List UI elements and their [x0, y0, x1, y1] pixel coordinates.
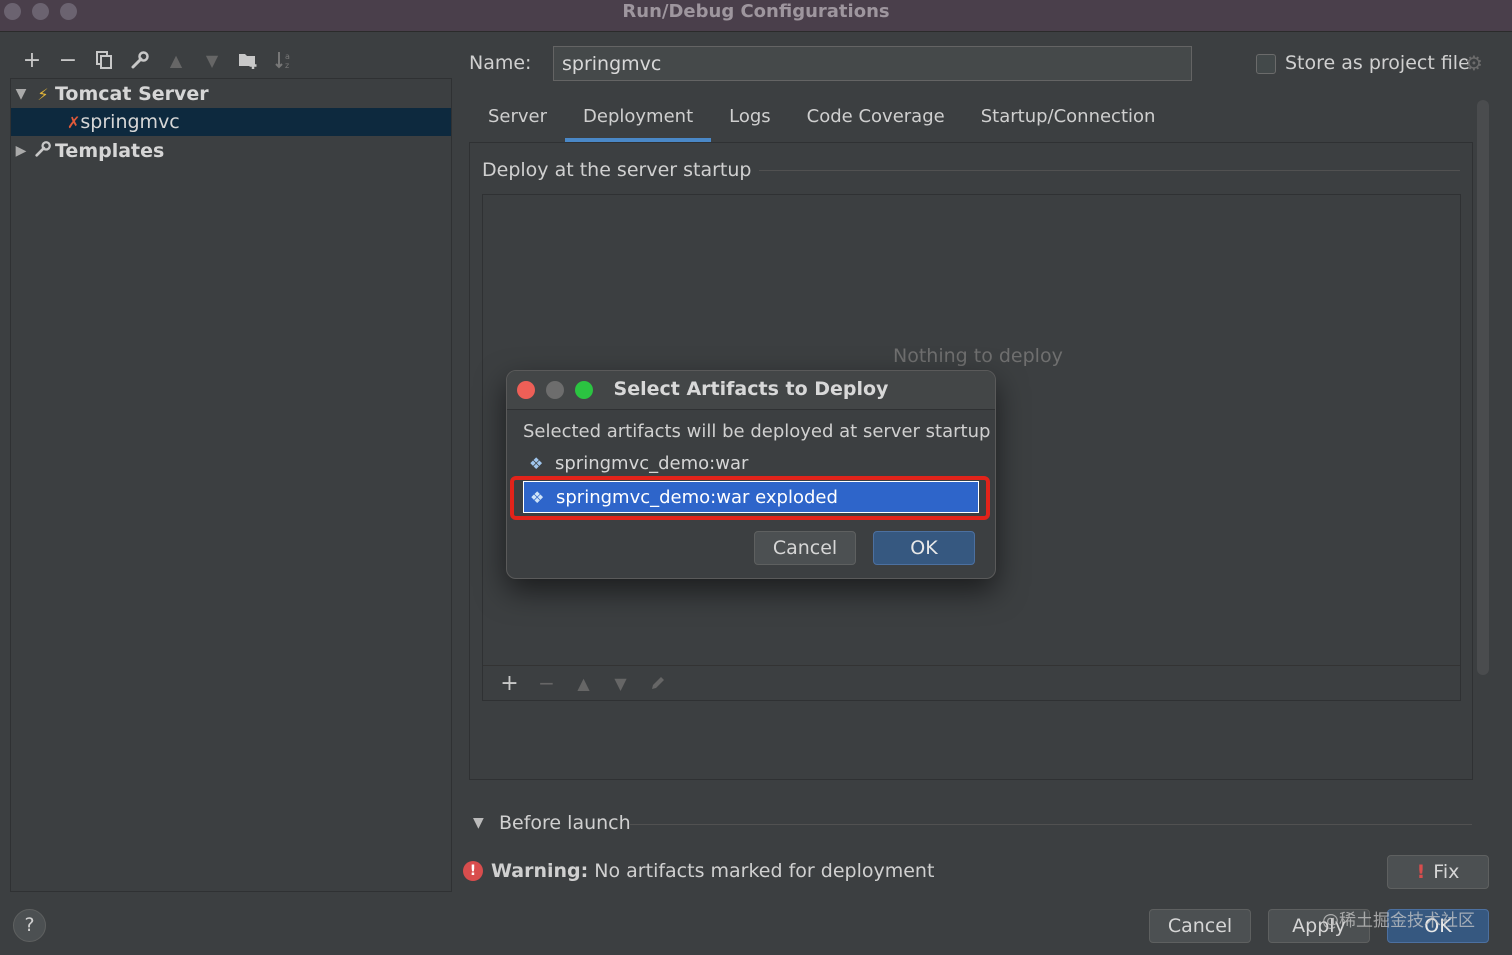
tree-item-springmvc[interactable]: ✗ springmvc: [11, 108, 451, 136]
tomcat-config-icon: ✗: [67, 112, 81, 132]
tab-server[interactable]: Server: [470, 100, 565, 142]
error-icon: !: [463, 861, 483, 881]
add-artifact-button[interactable]: +: [491, 668, 528, 698]
pencil-icon: [651, 677, 664, 689]
store-as-project-file-checkbox[interactable]: [1256, 54, 1276, 74]
wrench-icon: [131, 51, 149, 69]
gear-icon[interactable]: ⚙: [1465, 51, 1483, 75]
triangle-down-icon: ▼: [205, 50, 219, 70]
config-tabs: Server Deployment Logs Code Coverage Sta…: [470, 100, 1173, 142]
window-title: Run/Debug Configurations: [622, 1, 890, 22]
help-button[interactable]: ?: [13, 909, 46, 942]
empty-state-text: Nothing to deploy: [893, 345, 1063, 367]
tab-logs[interactable]: Logs: [711, 100, 789, 142]
add-configuration-button[interactable]: +: [14, 45, 50, 75]
minus-icon: −: [58, 47, 78, 73]
section-divider: [630, 824, 1472, 825]
deploy-list-toolbar: + − ▲ ▼: [483, 665, 1460, 700]
remove-artifact-button[interactable]: −: [528, 668, 565, 698]
deploy-section-title: Deploy at the server startup: [482, 159, 760, 181]
before-launch-label: Before launch: [499, 812, 631, 834]
triangle-up-icon: ▲: [169, 50, 183, 70]
dialog-cancel-button[interactable]: Cancel: [754, 531, 856, 565]
collapsed-arrow-icon[interactable]: ▶: [11, 143, 31, 159]
edit-defaults-button[interactable]: [122, 45, 158, 75]
selection-highlight-annotation: [510, 476, 990, 520]
tree-item-label: Templates: [55, 140, 165, 162]
store-as-project-file-label: Store as project file: [1285, 52, 1470, 74]
tab-code-coverage[interactable]: Code Coverage: [789, 100, 963, 142]
configuration-tree: ▼ ⚡ Tomcat Server ✗ springmvc ▶ Template…: [10, 78, 452, 892]
tab-startup-connection[interactable]: Startup/Connection: [963, 100, 1174, 142]
warning-message: Warning: No artifacts marked for deploym…: [491, 860, 934, 882]
dialog-ok-button[interactable]: OK: [873, 531, 975, 565]
tree-item-label: springmvc: [80, 111, 180, 133]
watermark: @稀土掘金技术社区: [1322, 911, 1475, 931]
config-toolbar: + − ▲ ▼ az: [14, 44, 302, 76]
dialog-title: Select Artifacts to Deploy: [613, 378, 889, 400]
move-artifact-down-button[interactable]: ▼: [602, 668, 639, 698]
select-artifacts-dialog: Select Artifacts to Deploy Selected arti…: [506, 370, 996, 579]
minus-icon: −: [538, 671, 555, 695]
sort-alpha-icon: az: [275, 52, 290, 70]
copy-icon: [96, 51, 112, 69]
name-label: Name:: [469, 52, 532, 74]
svg-text:z: z: [285, 61, 289, 70]
fix-label: Fix: [1433, 861, 1460, 883]
artifact-item-war[interactable]: ❖ springmvc_demo:war: [523, 447, 979, 479]
folder-add-icon: [239, 54, 257, 69]
edit-artifact-button[interactable]: [639, 668, 676, 698]
tab-deployment[interactable]: Deployment: [565, 100, 712, 142]
move-up-button[interactable]: ▲: [158, 45, 194, 75]
expanded-arrow-icon[interactable]: ▼: [11, 86, 31, 102]
wrench-icon: [31, 140, 55, 162]
vertical-scrollbar[interactable]: [1477, 100, 1489, 675]
name-input[interactable]: [553, 46, 1192, 81]
triangle-up-icon: ▲: [577, 673, 590, 693]
artifact-icon: ❖: [529, 453, 544, 473]
tomcat-icon: ⚡: [37, 84, 49, 104]
tree-item-templates[interactable]: ▶ Templates: [11, 137, 451, 165]
move-down-button[interactable]: ▼: [194, 45, 230, 75]
plus-icon: +: [500, 670, 519, 696]
sort-button[interactable]: az: [266, 45, 302, 75]
warning-prefix: Warning:: [491, 860, 589, 882]
cancel-button[interactable]: Cancel: [1149, 909, 1251, 943]
plus-icon: +: [22, 47, 42, 73]
error-icon: !: [1416, 861, 1426, 883]
artifact-label: springmvc_demo:war: [555, 452, 749, 474]
remove-configuration-button[interactable]: −: [50, 45, 86, 75]
section-divider: [738, 170, 1460, 171]
expanded-arrow-icon[interactable]: ▼: [473, 815, 484, 831]
dialog-title-bar: Select Artifacts to Deploy: [507, 371, 995, 410]
title-bar: Run/Debug Configurations: [0, 0, 1512, 32]
triangle-down-icon: ▼: [614, 673, 627, 693]
svg-text:a: a: [285, 52, 290, 61]
tree-item-label: Tomcat Server: [55, 83, 209, 105]
fix-button[interactable]: ! Fix: [1387, 855, 1489, 889]
copy-configuration-button[interactable]: [86, 45, 122, 75]
new-folder-button[interactable]: [230, 45, 266, 75]
tree-item-tomcat-server[interactable]: ▼ ⚡ Tomcat Server: [11, 80, 451, 108]
warning-text: No artifacts marked for deployment: [588, 860, 935, 882]
dialog-subtitle: Selected artifacts will be deployed at s…: [523, 421, 991, 442]
move-artifact-up-button[interactable]: ▲: [565, 668, 602, 698]
